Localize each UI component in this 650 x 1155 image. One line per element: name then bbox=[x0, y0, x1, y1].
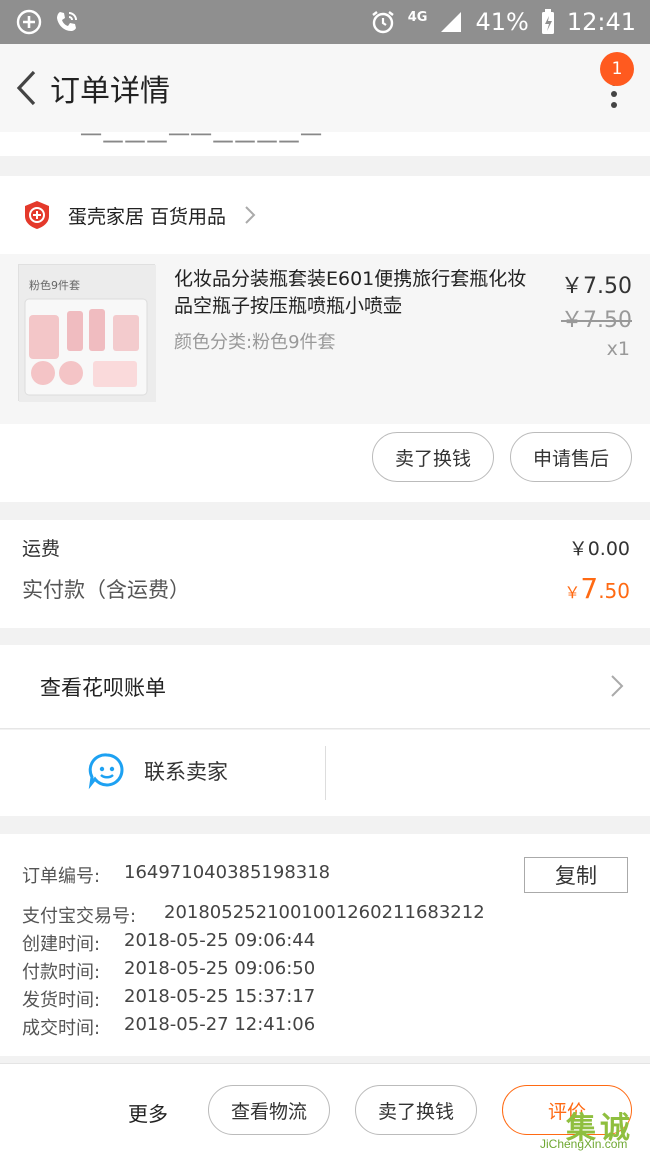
shipping-row: 运费 ￥0.00 bbox=[22, 534, 630, 561]
shipping-value: ￥0.00 bbox=[568, 538, 630, 560]
contact-seller-label: 联系卖家 bbox=[144, 760, 228, 784]
shop-name: 蛋壳家居 百货用品 bbox=[68, 205, 227, 228]
paid-int: 7 bbox=[580, 572, 599, 605]
huabei-bill-row[interactable]: 查看花呗账单 bbox=[0, 645, 650, 729]
view-logistics-button[interactable]: 查看物流 bbox=[208, 1085, 331, 1135]
alipay-value: 2018052521001001260211683212 bbox=[164, 902, 485, 923]
alipay-label: 支付宝交易号: bbox=[22, 906, 137, 927]
shop-header[interactable]: 蛋壳家居 百货用品 bbox=[0, 176, 650, 254]
shop-logo-icon bbox=[25, 201, 49, 229]
shipping-label: 运费 bbox=[22, 538, 61, 560]
phone-call-icon bbox=[54, 9, 80, 35]
order-item-card: 蛋壳家居 百货用品 粉色9件套 化妆品分装瓶套装E601便携旅行套瓶化妆品空瓶子… bbox=[0, 176, 650, 502]
order-number-label: 订单编号: bbox=[22, 866, 101, 887]
back-button[interactable] bbox=[4, 44, 48, 132]
created-value: 2018-05-25 09:06:44 bbox=[124, 930, 316, 951]
completed-row: 成交时间: 2018-05-27 12:41:06 bbox=[22, 1014, 315, 1040]
contact-section: 联系卖家 bbox=[0, 730, 650, 816]
sell-button[interactable]: 卖了换钱 bbox=[371, 432, 494, 482]
paid-time-value: 2018-05-25 09:06:50 bbox=[124, 958, 316, 979]
paid-currency: ￥ bbox=[564, 583, 581, 602]
watermark: 集诚信 JiChengXin.com bbox=[534, 1103, 646, 1151]
paid-decimal: .50 bbox=[598, 579, 630, 603]
status-bar: 4G 41% 12:41 bbox=[0, 0, 650, 44]
cutoff-section: 一二二二一一二二二二一 bbox=[0, 132, 650, 156]
product-title: 化妆品分装瓶套装E601便携旅行套瓶化妆品空瓶子按压瓶喷瓶小喷壶 bbox=[174, 268, 527, 317]
order-info: 订单编号: 164971040385198318 复制 支付宝交易号: 2018… bbox=[0, 834, 650, 1056]
shipped-label: 发货时间: bbox=[22, 990, 101, 1011]
battery-percent: 41% bbox=[475, 8, 529, 36]
paid-time-label: 付款时间: bbox=[22, 962, 101, 983]
paid-time-row: 付款时间: 2018-05-25 09:06:50 bbox=[22, 958, 315, 984]
dot-icon bbox=[611, 91, 617, 97]
product-price: ￥7.50 bbox=[561, 274, 632, 299]
alipay-row: 支付宝交易号: 2018052521001001260211683212 bbox=[22, 902, 485, 928]
more-button[interactable]: 更多 bbox=[128, 1098, 168, 1127]
shipped-value: 2018-05-25 15:37:17 bbox=[124, 986, 316, 1007]
page-title: 订单详情 bbox=[50, 74, 170, 109]
created-label: 创建时间: bbox=[22, 934, 101, 955]
chevron-left-icon bbox=[16, 70, 36, 106]
cutoff-text: 一二二二一一二二二二一 bbox=[80, 132, 323, 149]
completed-value: 2018-05-27 12:41:06 bbox=[124, 1014, 316, 1035]
order-number-row: 订单编号: 164971040385198318 bbox=[22, 862, 330, 888]
completed-label: 成交时间: bbox=[22, 1018, 101, 1039]
divider bbox=[325, 746, 326, 800]
clock: 12:41 bbox=[566, 8, 636, 36]
paid-row: 实付款（含运费） ￥7.50 bbox=[22, 572, 630, 605]
watermark-url: JiChengXin.com bbox=[540, 1137, 628, 1151]
dot-icon bbox=[611, 102, 617, 108]
chat-bubble-icon bbox=[88, 753, 124, 790]
after-sale-button[interactable]: 申请售后 bbox=[509, 432, 632, 482]
chevron-right-icon bbox=[611, 675, 624, 697]
plus-circle-icon bbox=[16, 9, 42, 35]
product-quantity: x1 bbox=[606, 338, 630, 360]
chevron-right-icon bbox=[245, 206, 256, 224]
order-number-value: 164971040385198318 bbox=[124, 862, 331, 883]
paid-label: 实付款（含运费） bbox=[22, 577, 190, 602]
product-original-price: ￥7.50 bbox=[561, 308, 632, 333]
product-row[interactable]: 粉色9件套 化妆品分装瓶套装E601便携旅行套瓶化妆品空瓶子按压瓶喷瓶小喷壶 颜… bbox=[0, 254, 650, 424]
notification-badge: 1 bbox=[600, 52, 634, 86]
item-actions: 卖了换钱 申请售后 bbox=[371, 432, 632, 482]
product-thumbnail: 粉色9件套 bbox=[18, 264, 156, 402]
created-row: 创建时间: 2018-05-25 09:06:44 bbox=[22, 930, 315, 956]
battery-charging-icon bbox=[541, 9, 555, 35]
thumbnail-caption: 粉色9件套 bbox=[29, 279, 80, 292]
shipped-row: 发货时间: 2018-05-25 15:37:17 bbox=[22, 986, 315, 1012]
sell-button-bottom[interactable]: 卖了换钱 bbox=[355, 1085, 478, 1135]
paid-amount: ￥7.50 bbox=[564, 572, 630, 605]
product-variant: 颜色分类:粉色9件套 bbox=[174, 332, 336, 353]
contact-seller-button[interactable]: 联系卖家 bbox=[88, 752, 228, 790]
signal-icon bbox=[439, 10, 463, 34]
alarm-icon bbox=[370, 9, 396, 35]
network-type: 4G bbox=[407, 9, 428, 25]
nav-bar: 订单详情 1 bbox=[0, 44, 650, 132]
fee-summary: 运费 ￥0.00 实付款（含运费） ￥7.50 bbox=[0, 520, 650, 628]
huabei-label: 查看花呗账单 bbox=[40, 675, 166, 700]
copy-button[interactable]: 复制 bbox=[524, 857, 628, 893]
